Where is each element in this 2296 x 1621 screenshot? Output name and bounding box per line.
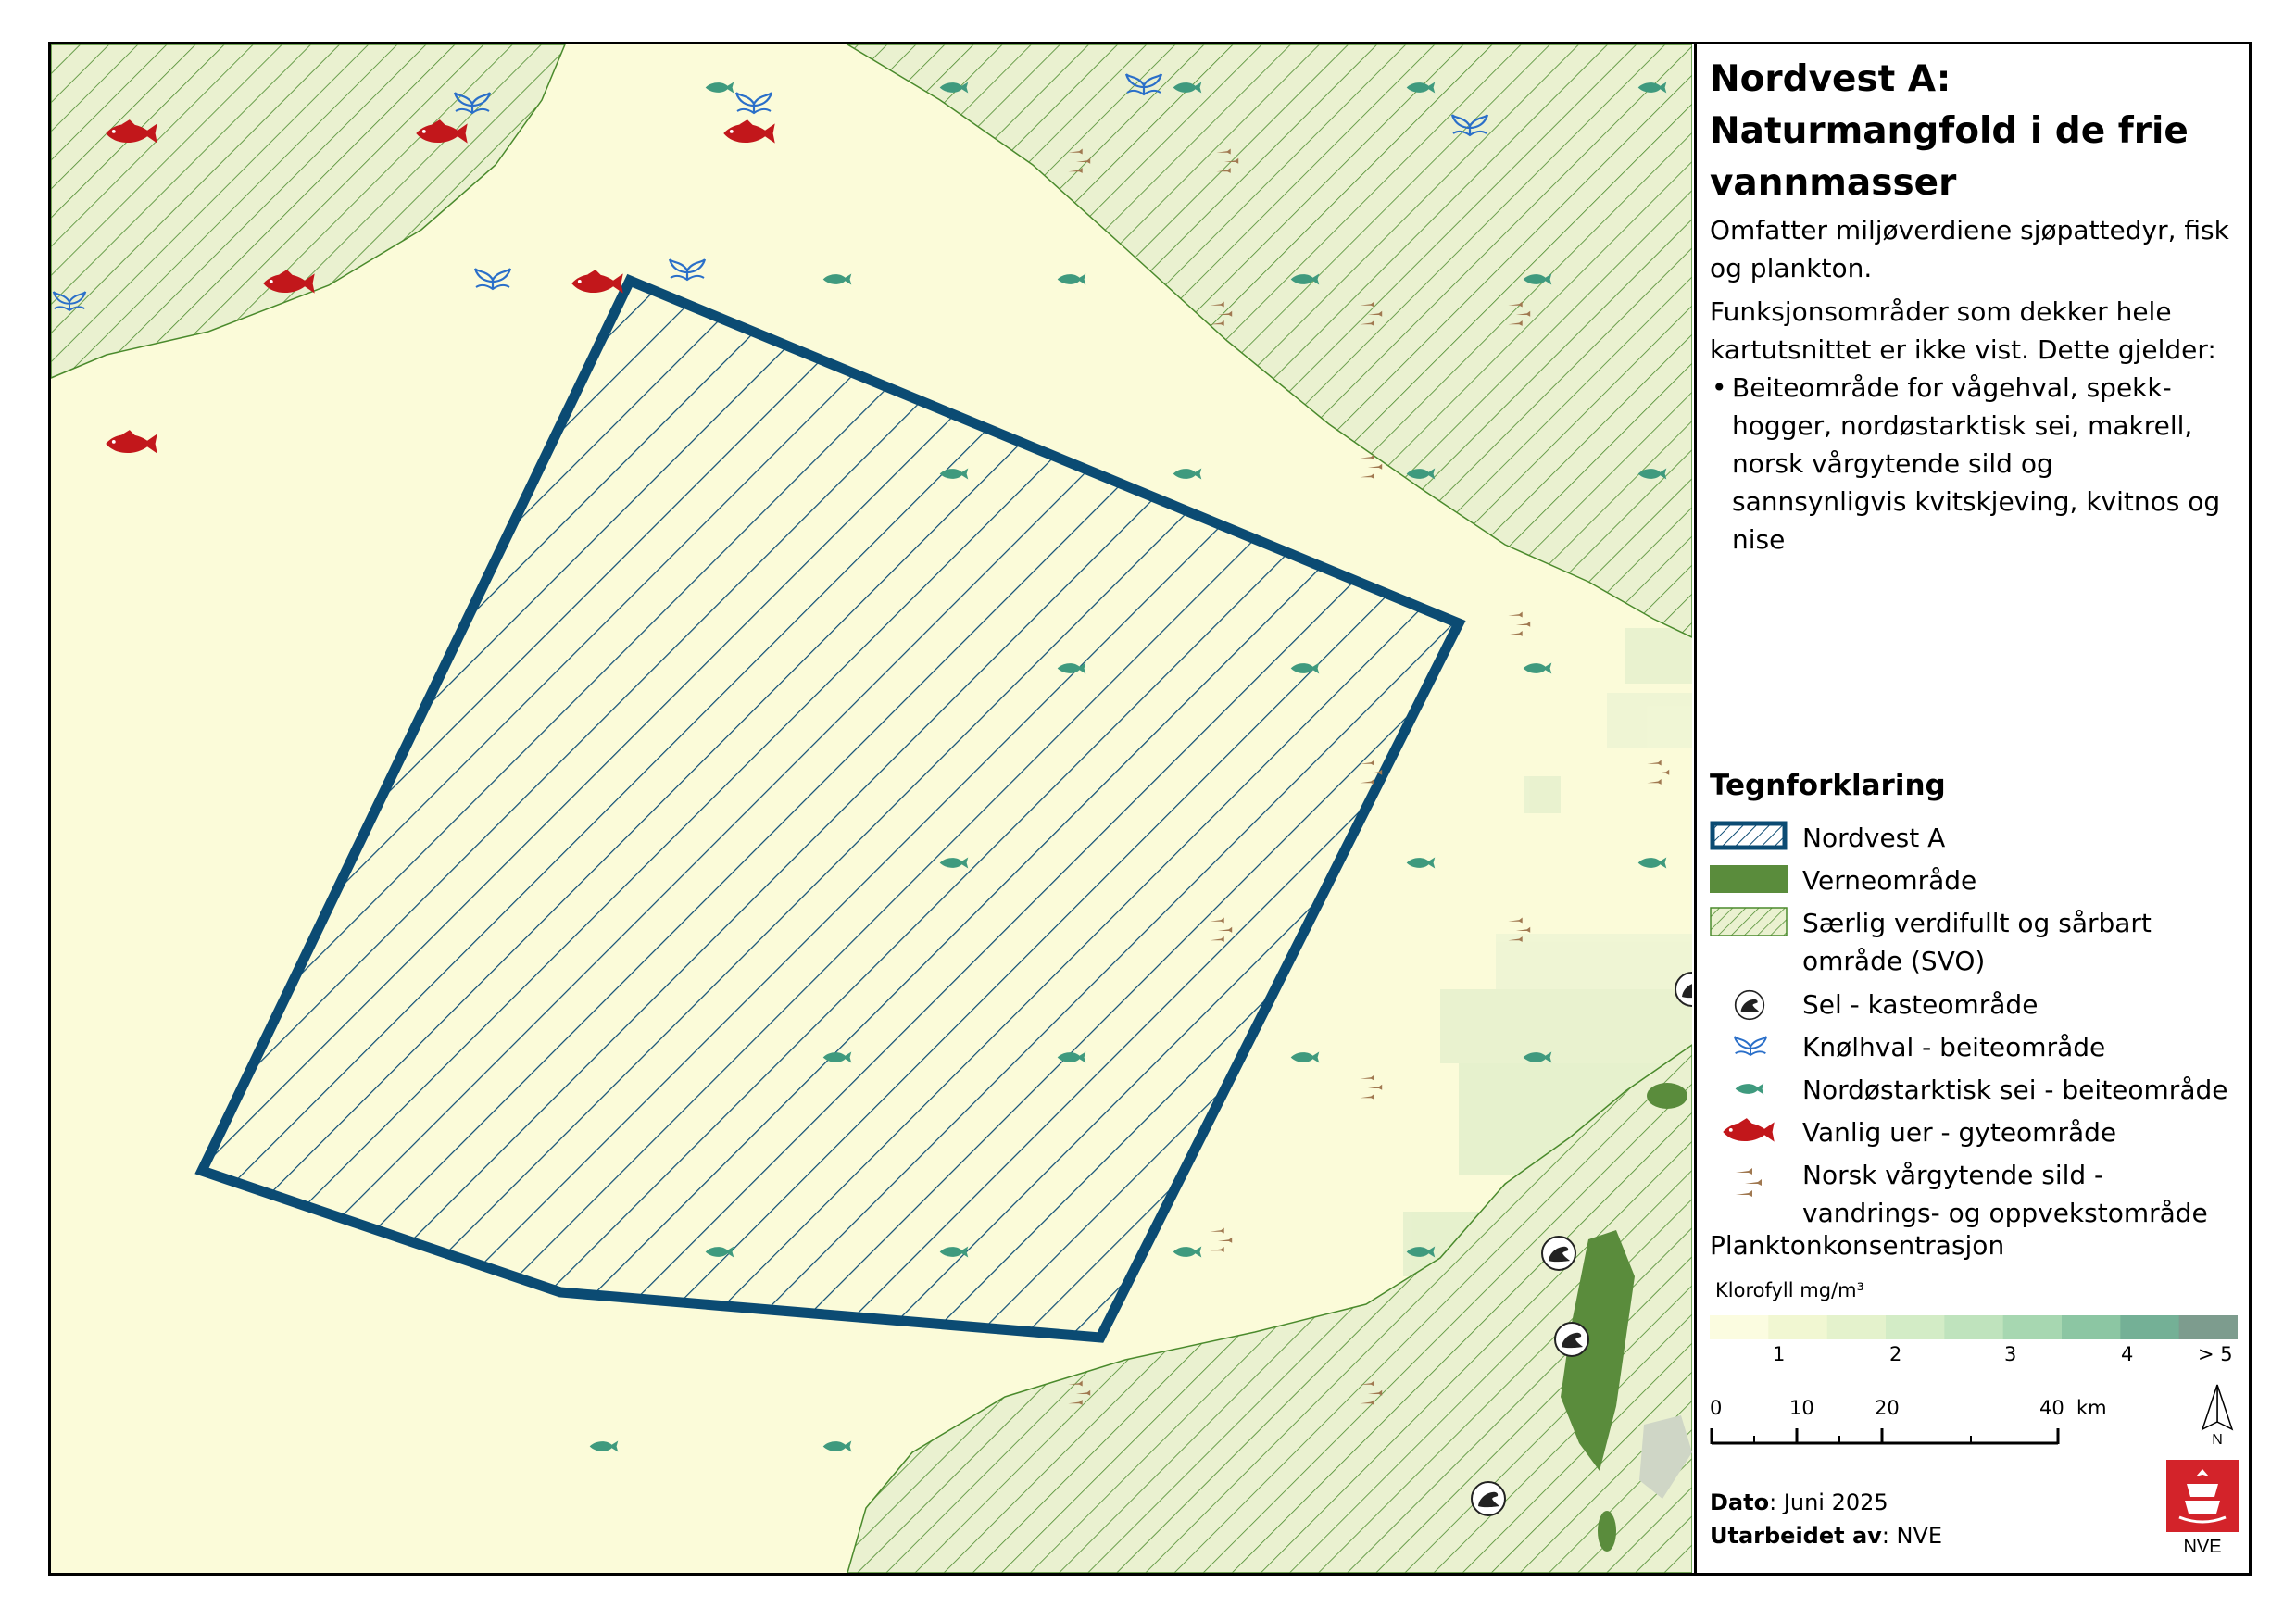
svo-swatch <box>1710 907 1788 936</box>
nve-logo: NVE <box>2166 1460 2239 1557</box>
distance-scale-bar <box>1710 1428 2060 1445</box>
scale-label-20: 20 <box>1875 1397 1900 1419</box>
verneomrade-swatch <box>1710 865 1788 893</box>
plankton-tick-5: > 5 <box>2198 1343 2233 1365</box>
north-arrow-icon: N <box>2201 1384 2234 1448</box>
seal-icon <box>1734 989 1765 1021</box>
footer-author: Utarbeidet av: NVE <box>1710 1523 1943 1549</box>
plankton-tick-1: 1 <box>1773 1343 1786 1365</box>
plankton-ramp-step <box>2120 1315 2180 1339</box>
map-intro-text: Omfatter miljøverdiene sjøpattedyr, fisk… <box>1710 215 2229 283</box>
legend-item-verneomrade: Verneområde <box>1710 861 2247 898</box>
scale-label-0: 0 <box>1710 1397 1723 1419</box>
plankton-unit: Klorofyll mg/m³ <box>1715 1279 1865 1301</box>
scale-unit: km <box>2076 1397 2107 1419</box>
plankton-tick-4: 4 <box>2121 1343 2134 1365</box>
svg-text:N: N <box>2212 1432 2223 1448</box>
whale-tail-icon <box>1733 1035 1768 1057</box>
footer-date: Dato: Juni 2025 <box>1710 1489 1888 1515</box>
scale-label-10: 10 <box>1789 1397 1814 1419</box>
map-canvas[interactable] <box>51 44 1692 1573</box>
plankton-color-ramp <box>1710 1315 2238 1339</box>
plankton-ramp-step <box>2178 1315 2238 1339</box>
saithe-fish-icon <box>1735 1083 1764 1095</box>
plankton-ramp-step <box>1710 1315 1769 1339</box>
plankton-ramp-step <box>2062 1315 2121 1339</box>
legend-item-svo: Særlig verdifullt og sårbart område (SVO… <box>1710 904 2247 980</box>
map-note-text: Funksjonsområder som dekker hele kartuts… <box>1710 296 2216 365</box>
nordvest-a-swatch <box>1710 821 1788 850</box>
note-bullet-text: Beiteområde for vågehval, spekk-hogger, … <box>1732 372 2221 555</box>
legend-item-sel: Sel - kasteområde <box>1710 986 2247 1023</box>
plankton-title: Planktonkonsentrasjon <box>1710 1230 2005 1261</box>
plankton-ramp-step <box>1944 1315 2004 1339</box>
plankton-ramp-step <box>2002 1315 2063 1339</box>
plankton-ramp-step <box>1768 1315 1828 1339</box>
legend-item-sild: Norsk vårgytende sild - vandrings- og op… <box>1710 1156 2247 1232</box>
plankton-tick-3: 3 <box>2004 1343 2017 1365</box>
legend-item-uer: Vanlig uer - gyteområde <box>1710 1113 2247 1150</box>
legend-item-knolhval: Knølhval - beiteområde <box>1710 1028 2247 1065</box>
plankton-tick-2: 2 <box>1889 1343 1902 1365</box>
legend-item-nordvest-a: Nordvest A <box>1710 819 2247 856</box>
map-title: Nordvest A: Naturmangfold i de frie vann… <box>1710 58 2189 204</box>
svg-text:NVE: NVE <box>2183 1537 2221 1557</box>
legend-panel: Nordvest A: Naturmangfold i de frie vann… <box>1694 44 2249 1573</box>
scale-label-40: 40 <box>2039 1397 2064 1419</box>
herring-icon <box>1736 1168 1762 1197</box>
plankton-ramp-step <box>1886 1315 1945 1339</box>
note-bullet: • Beiteområde for vågehval, spekk-hogger… <box>1712 372 2221 555</box>
redfish-icon <box>1723 1118 1775 1142</box>
legend-item-sei: Nordøstarktisk sei - beiteområde <box>1710 1071 2247 1108</box>
plankton-ramp-step <box>1826 1315 1887 1339</box>
legend-title: Tegnforklaring <box>1710 769 1946 802</box>
